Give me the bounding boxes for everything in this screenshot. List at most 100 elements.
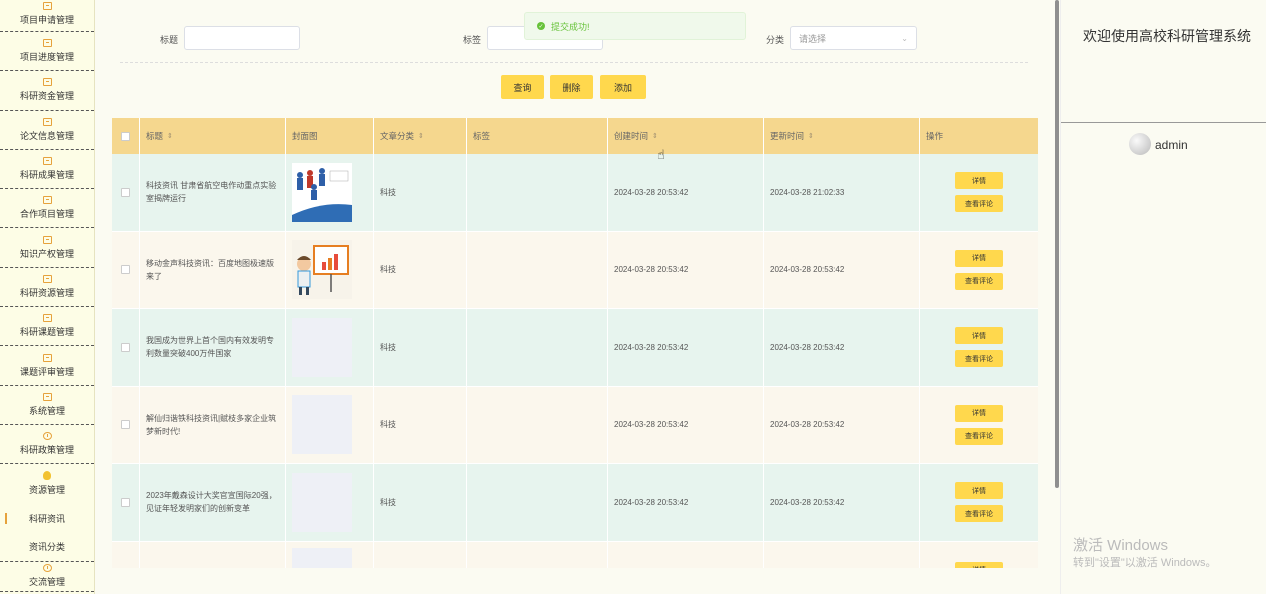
cell-cover bbox=[286, 231, 374, 308]
checkbox-box bbox=[121, 187, 130, 197]
folder-icon bbox=[42, 274, 52, 283]
folder-icon bbox=[42, 353, 52, 362]
detail-button[interactable]: 详情 bbox=[955, 327, 1003, 345]
checkbox-box bbox=[121, 265, 130, 275]
row-checkbox[interactable] bbox=[112, 154, 140, 231]
sidebar-item-label: 项目申请管理 bbox=[19, 15, 74, 25]
sidebar-item-cooperation[interactable]: 合作项目管理 bbox=[0, 189, 94, 229]
title-search-label: 标题 bbox=[160, 35, 179, 45]
cell-cover bbox=[286, 464, 374, 541]
delete-button[interactable]: 删除 bbox=[550, 75, 593, 99]
cell-cover bbox=[286, 309, 374, 386]
row-checkbox[interactable] bbox=[112, 231, 140, 308]
sidebar-item-resource-mgmt[interactable]: 资源管理 bbox=[0, 464, 94, 503]
sidebar-item-resources[interactable]: 科研资源管理 bbox=[0, 268, 94, 308]
view-comments-button[interactable]: 查看评论 bbox=[955, 427, 1003, 445]
sidebar-subitem-label: 资讯分类 bbox=[28, 542, 65, 553]
row-checkbox[interactable] bbox=[112, 386, 140, 463]
query-button[interactable]: 查询 bbox=[501, 75, 544, 99]
header-label: 创建时间 bbox=[614, 131, 649, 141]
success-toast: ✓ 提交成功! bbox=[524, 12, 746, 40]
row-checkbox[interactable] bbox=[112, 541, 140, 568]
scrollbar-thumb[interactable] bbox=[1055, 0, 1059, 488]
detail-button[interactable]: 详情 bbox=[955, 404, 1003, 422]
view-comments-button[interactable]: 查看评论 bbox=[955, 505, 1003, 523]
windows-activation-sub: 转到"设置"以激活 Windows。 bbox=[1073, 557, 1217, 569]
cell-ops: 详情 查看评论 bbox=[920, 387, 1038, 464]
sidebar-item-ip[interactable]: 知识产权管理 bbox=[0, 228, 94, 268]
view-comments-button[interactable]: 查看评论 bbox=[955, 350, 1003, 368]
sidebar-item-topics[interactable]: 科研课题管理 bbox=[0, 307, 94, 347]
image-icon bbox=[42, 392, 52, 401]
circle-icon bbox=[42, 564, 52, 573]
right-panel: 欢迎使用高校科研管理系统 admin 激活 Windows 转到"设置"以激活 … bbox=[1060, 0, 1266, 594]
windows-activation-title: 激活 Windows bbox=[1073, 537, 1169, 554]
table-row: 我国成为世界上首个国内有效发明专利数量突破400万件国家 科技 2024-03-… bbox=[112, 309, 1038, 387]
sidebar-item-label: 科研成果管理 bbox=[19, 170, 74, 181]
add-button[interactable]: 添加 bbox=[600, 75, 646, 99]
cell-category: 科技 bbox=[374, 464, 467, 541]
view-comments-button[interactable]: 查看评论 bbox=[955, 272, 1003, 290]
row-checkbox[interactable] bbox=[112, 309, 140, 386]
category-select[interactable]: 请选择 ⌄ bbox=[790, 26, 917, 50]
lightbulb-icon bbox=[43, 471, 51, 481]
folder-icon bbox=[42, 314, 52, 323]
cell-updated bbox=[764, 541, 920, 568]
sidebar-item-label: 论文信息管理 bbox=[19, 130, 74, 141]
cell-category: 科技 bbox=[374, 231, 467, 308]
header-ops: 操作 bbox=[920, 118, 1038, 154]
cell-ops: 详情 查看评论 bbox=[920, 309, 1038, 386]
cell-tags bbox=[467, 541, 608, 568]
cover-placeholder bbox=[292, 317, 352, 377]
bottom-strip bbox=[96, 568, 1060, 594]
header-label: 标题 bbox=[146, 131, 164, 141]
cell-created: 2024-03-28 20:53:42 bbox=[608, 309, 764, 386]
table-row: 科技资讯 甘肃省航空电作动重点实验室揭牌运行 科技 2024-03-28 20:… bbox=[112, 154, 1038, 232]
sidebar-item-papers[interactable]: 论文信息管理 bbox=[0, 111, 94, 150]
username[interactable]: admin bbox=[1155, 138, 1188, 152]
cell-title: 科技资讯 甘肃省航空电作动重点实验室揭牌运行 bbox=[140, 154, 286, 231]
sidebar-subitem-news-category[interactable]: 资讯分类 bbox=[0, 533, 94, 562]
cell-title: 2023年戴森设计大奖官宣国际20强，见证年轻发明家们的创新变革 bbox=[140, 464, 286, 541]
header-title[interactable]: 标题 ⇕ bbox=[140, 118, 286, 154]
select-all-checkbox[interactable] bbox=[112, 118, 140, 154]
cell-title: 移动金声科技资讯：百度地图极速版来了 bbox=[140, 231, 286, 308]
cell-cover bbox=[286, 386, 374, 463]
sidebar-item-project-progress[interactable]: 项目进度管理 bbox=[0, 32, 94, 72]
folder-icon bbox=[42, 196, 52, 205]
cell-created: 2024-03-28 20:53:42 bbox=[608, 231, 764, 308]
detail-button[interactable]: 详情 bbox=[955, 172, 1003, 190]
sidebar-item-label: 知识产权管理 bbox=[19, 248, 74, 259]
sidebar-item-research-funds[interactable]: 科研资金管理 bbox=[0, 71, 94, 111]
detail-button[interactable]: 详情 bbox=[955, 249, 1003, 267]
cell-title: 解仙归谐铁科技资讯|赋枝多家企业筑梦新时代! bbox=[140, 386, 286, 463]
table-row: 2023年戴森设计大奖官宣国际20强，见证年轻发明家们的创新变革 科技 2024… bbox=[112, 464, 1038, 542]
header-updated[interactable]: 更新时间 ⇕ bbox=[764, 118, 920, 154]
avatar[interactable] bbox=[1129, 133, 1151, 155]
sidebar-item-project-application[interactable]: 项目申请管理 bbox=[0, 0, 94, 32]
cell-category: 科技 bbox=[374, 386, 467, 463]
sidebar-item-label: 科研政策管理 bbox=[19, 445, 74, 456]
header-created[interactable]: 创建时间 ⇕ bbox=[608, 118, 764, 154]
checkbox-box bbox=[121, 131, 130, 141]
sidebar-item-label: 科研课题管理 bbox=[19, 327, 74, 338]
sidebar-item-label: 课题评审管理 bbox=[19, 366, 74, 377]
sidebar-item-policy[interactable]: 科研政策管理 bbox=[0, 425, 94, 465]
sidebar-subitem-research-news[interactable]: 科研资讯 bbox=[0, 504, 94, 533]
header-category[interactable]: 文章分类 ⇕ bbox=[374, 118, 467, 154]
title-search-input[interactable] bbox=[184, 26, 300, 50]
header-label: 文章分类 bbox=[380, 131, 415, 141]
cell-ops: 详情 查看评论 bbox=[920, 232, 1038, 309]
sidebar-subitem-label: 科研资讯 bbox=[28, 513, 65, 524]
sidebar-item-system[interactable]: 系统管理 bbox=[0, 386, 94, 425]
header-tags: 标签 bbox=[467, 118, 608, 154]
sidebar-item-communication[interactable]: 交流管理 bbox=[0, 562, 94, 592]
sidebar-item-label: 交流管理 bbox=[28, 577, 65, 588]
sidebar-item-topic-review[interactable]: 课题评审管理 bbox=[0, 346, 94, 386]
main-content: 标题 标签 分类 请选择 ⌄ ✓ 提交成功! 查询 删除 添加 标题 ⇕ 封面图 … bbox=[96, 0, 1058, 568]
sidebar-item-achievements[interactable]: 科研成果管理 bbox=[0, 150, 94, 190]
row-checkbox[interactable] bbox=[112, 464, 140, 541]
category-search-label: 分类 bbox=[766, 35, 785, 45]
detail-button[interactable]: 详情 bbox=[955, 482, 1003, 500]
view-comments-button[interactable]: 查看评论 bbox=[955, 195, 1003, 213]
